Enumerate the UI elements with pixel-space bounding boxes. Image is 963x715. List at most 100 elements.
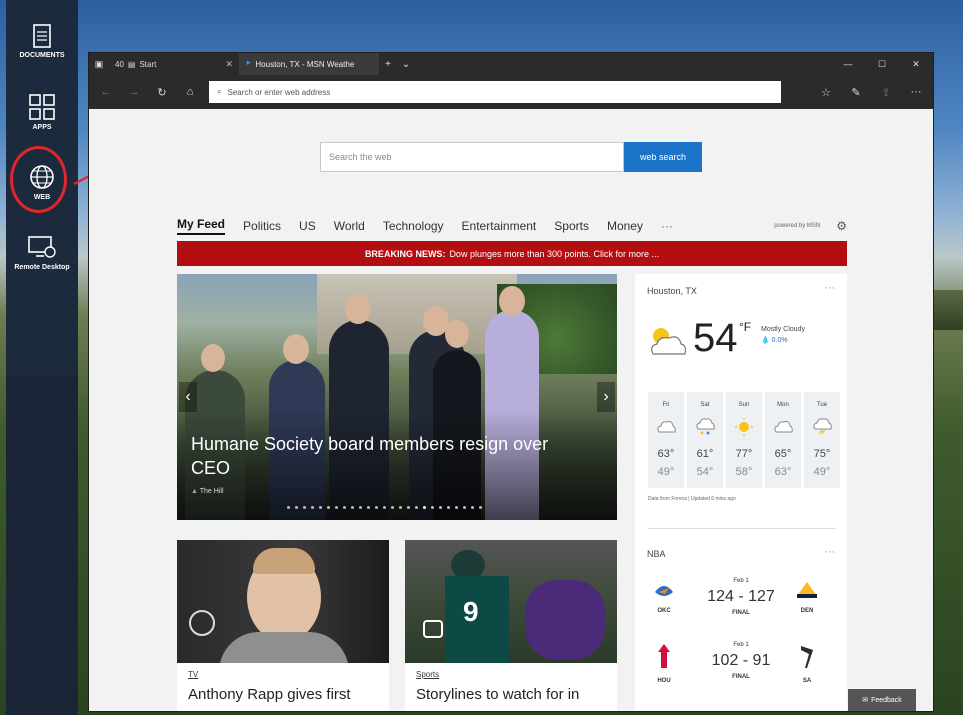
carousel-dot[interactable] [399,506,402,509]
forecast-day[interactable]: Tue 75° 49° [804,392,840,488]
carousel-dot[interactable] [431,506,434,509]
web-search-input[interactable]: Search the web [320,142,624,172]
carousel-dot[interactable] [383,506,386,509]
carousel-dot[interactable] [479,506,482,509]
window-close-icon[interactable]: ✕ [899,53,933,75]
carousel-dots [287,506,482,509]
hou-logo-icon [658,644,670,668]
forecast-low: 49° [657,466,675,478]
hero-person-head [201,344,225,372]
nba-label[interactable]: NBA [647,549,666,559]
forecast-day[interactable]: Sat 61° 54° [687,392,723,488]
carousel-dot[interactable] [327,506,330,509]
carousel-dot-active[interactable] [423,506,426,509]
team-away: SA [802,678,812,684]
share-icon[interactable]: ⇪ [873,80,899,104]
weather-more[interactable]: ··· [824,282,835,294]
annotation-circle [10,146,67,213]
hero-title[interactable]: Humane Society board members resign over… [191,432,551,480]
carousel-dot[interactable] [407,506,410,509]
chevron-down-icon[interactable]: ⌄ [397,59,415,70]
weather-location[interactable]: Houston, TX [647,286,697,296]
carousel-dot[interactable] [311,506,314,509]
address-bar[interactable]: ⌕ Search or enter web address [209,81,781,103]
forecast-day[interactable]: Sun 77° 58° [726,392,762,488]
carousel-next-icon[interactable]: › [597,382,615,412]
pen-icon[interactable]: ✎ [843,80,869,104]
carousel-dot[interactable] [375,506,378,509]
favorites-icon[interactable]: ☆ [813,80,839,104]
hero-source-label: The Hill [199,488,224,495]
carousel-dot[interactable] [415,506,418,509]
carousel-dot[interactable] [319,506,322,509]
carousel-dot[interactable] [351,506,354,509]
nav-sports[interactable]: Sports [554,219,589,233]
nav-entertainment[interactable]: Entertainment [462,219,537,233]
news-card-sports[interactable]: 9 Sports Storylines to watch for in [405,540,617,711]
carousel-dot[interactable] [471,506,474,509]
carousel-dot[interactable] [303,506,306,509]
carousel-dot[interactable] [463,506,466,509]
msn-start-page: Search the web web search My Feed Politi… [89,109,933,711]
breaking-news-banner[interactable]: BREAKING NEWS: Dow plunges more than 300… [177,241,847,266]
remote-desktop-icon [28,236,56,258]
carousel-dot[interactable] [439,506,442,509]
close-icon[interactable]: ✕ [225,59,233,70]
forward-arrow-icon[interactable]: → [121,80,147,104]
carousel-dot[interactable] [343,506,346,509]
weather-source[interactable]: Data from Foreca | Updated 6 mins ago [648,496,736,502]
carousel-dot[interactable] [295,506,298,509]
tab-active-label: Houston, TX - MSN Weathe [255,59,355,69]
nav-my-feed[interactable]: My Feed [177,217,226,235]
tab-preview-icon[interactable]: ▣ [89,53,109,75]
carousel-prev-icon[interactable]: ‹ [179,382,197,412]
refresh-icon[interactable]: ↻ [149,80,175,104]
cloudy-icon [657,421,676,433]
launcher-documents[interactable]: DOCUMENTS [6,24,78,59]
home-icon[interactable]: ⌂ [177,80,203,104]
launcher-remote-desktop[interactable]: Remote Desktop [6,236,78,271]
browser-tools: ☆ ✎ ⇪ ··· [813,80,929,104]
gear-icon[interactable]: ⚙ [836,219,847,233]
news-card-title[interactable]: Storylines to watch for in [416,686,579,703]
news-card-tv[interactable]: TV Anthony Rapp gives first [177,540,389,711]
forecast-day-name: Sun [738,402,750,408]
hero-story[interactable]: Humane Society board members resign over… [177,274,617,520]
carousel-dot[interactable] [335,506,338,509]
game-date: Feb 1 [733,578,749,584]
forecast-day[interactable]: Mon 65° 63° [765,392,801,488]
carousel-dot[interactable] [359,506,362,509]
feedback-button[interactable]: ✉ Feedback [848,689,916,711]
carousel-dot[interactable] [367,506,370,509]
forecast-day[interactable]: Fri 63° 49° [648,392,684,488]
nav-technology[interactable]: Technology [383,219,444,233]
nav-money[interactable]: Money [607,219,643,233]
carousel-dot[interactable] [287,506,290,509]
weather-precip: 💧 0.0% [761,337,788,344]
more-options-icon[interactable]: ··· [903,80,929,104]
web-search-button[interactable]: web search [624,142,702,172]
carousel-dot[interactable] [455,506,458,509]
weather-card[interactable]: Houston, TX ··· 54 °F Mostly Cloudy 💧 0.… [635,274,847,710]
team-home: HOU [657,678,671,684]
game-date: Feb 1 [733,642,749,648]
nba-game[interactable]: OKC Feb 1 124 - 127 FINAL DEN [635,578,847,638]
nav-politics[interactable]: Politics [243,219,281,233]
back-arrow-icon[interactable]: ← [93,80,119,104]
tab-msn-weather[interactable]: ⯈ Houston, TX - MSN Weathe [239,53,379,75]
launcher-apps[interactable]: APPS [6,94,78,131]
news-card-category[interactable]: TV [188,670,198,679]
carousel-dot[interactable] [447,506,450,509]
minimize-icon[interactable]: — [831,53,865,75]
news-card-title[interactable]: Anthony Rapp gives first [188,686,351,703]
nav-world[interactable]: World [334,219,365,233]
nav-more[interactable]: ··· [661,219,673,233]
nba-more[interactable]: ··· [824,546,835,558]
maximize-icon[interactable]: ☐ [865,53,899,75]
news-card-category[interactable]: Sports [416,670,439,679]
carousel-dot[interactable] [391,506,394,509]
tab-start[interactable]: 40 ▤ Start ✕ [109,53,239,75]
nba-game[interactable]: HOU Feb 1 102 - 91 FINAL SA [635,642,847,702]
new-tab-icon[interactable]: + [379,59,397,70]
nav-us[interactable]: US [299,219,316,233]
